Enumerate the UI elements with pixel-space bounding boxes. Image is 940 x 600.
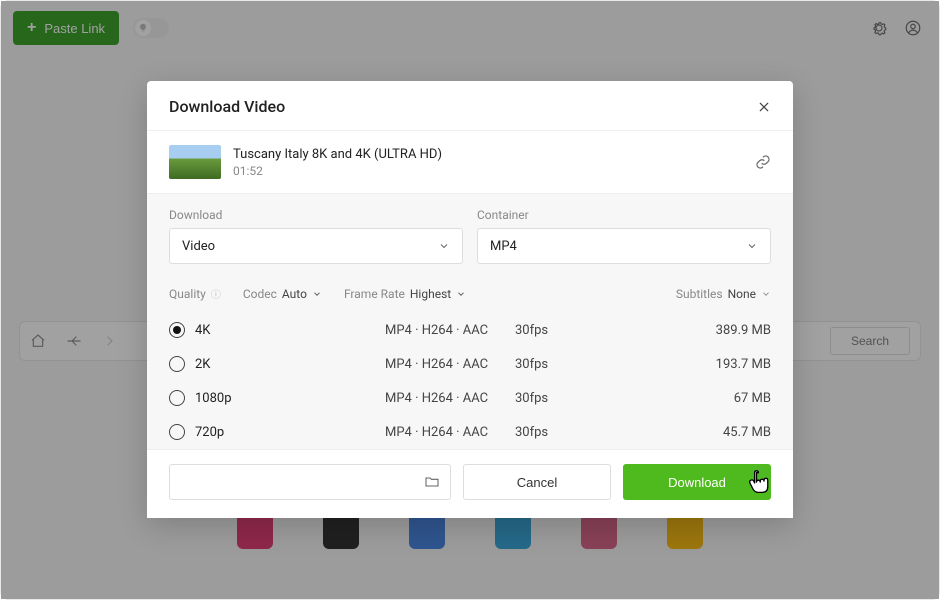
quality-name: 720p bbox=[195, 425, 385, 440]
video-meta: Tuscany Italy 8K and 4K (ULTRA HD) 01:52 bbox=[147, 131, 793, 193]
container-value: MP4 bbox=[490, 239, 517, 254]
radio-button[interactable] bbox=[169, 322, 185, 338]
download-type-label: Download bbox=[169, 208, 463, 222]
quality-row[interactable]: 1080pMP4 · H264 · AAC30fps 67 MB bbox=[147, 381, 793, 415]
quality-list: 4KMP4 · H264 · AAC30fps389.9 MB2KMP4 · H… bbox=[147, 313, 793, 449]
cancel-button[interactable]: Cancel bbox=[463, 464, 611, 500]
link-icon bbox=[755, 154, 771, 170]
download-type-select[interactable]: Video bbox=[169, 228, 463, 264]
save-path-box[interactable] bbox=[169, 464, 451, 500]
quality-format: MP4 · H264 · AAC bbox=[385, 357, 515, 372]
quality-size: 389.9 MB bbox=[716, 323, 771, 338]
radio-button[interactable] bbox=[169, 424, 185, 440]
quality-format: MP4 · H264 · AAC bbox=[385, 323, 515, 338]
quality-size: 67 MB bbox=[734, 391, 771, 406]
modal-title: Download Video bbox=[169, 97, 285, 116]
quality-name: 4K bbox=[195, 323, 385, 338]
quality-row[interactable]: 4KMP4 · H264 · AAC30fps 389.9 MB bbox=[147, 313, 793, 347]
close-button[interactable] bbox=[757, 100, 771, 114]
download-modal: Download Video Tuscany Italy 8K and 4K (… bbox=[147, 81, 793, 518]
radio-button[interactable] bbox=[169, 390, 185, 406]
quality-fps: 30fps bbox=[515, 323, 605, 338]
quality-format: MP4 · H264 · AAC bbox=[385, 425, 515, 440]
container-select[interactable]: MP4 bbox=[477, 228, 771, 264]
quality-row[interactable]: 2KMP4 · H264 · AAC30fps 193.7 MB bbox=[147, 347, 793, 381]
modal-header: Download Video bbox=[147, 81, 793, 131]
modal-footer: Cancel Download bbox=[147, 449, 793, 518]
quality-fps: 30fps bbox=[515, 357, 605, 372]
quality-name: 2K bbox=[195, 357, 385, 372]
chevron-down-icon bbox=[312, 289, 322, 299]
selects-row: Download Video Container MP4 bbox=[147, 193, 793, 282]
quality-row[interactable]: 720pMP4 · H264 · AAC30fps 45.7 MB bbox=[147, 415, 793, 449]
quality-label: Quality ⓘ bbox=[169, 286, 221, 301]
chevron-down-icon bbox=[746, 240, 758, 252]
chevron-down-icon bbox=[761, 289, 771, 299]
cursor-pointer-icon bbox=[749, 465, 779, 501]
filters-row: Quality ⓘ Codec Auto Frame Rate Highest … bbox=[147, 282, 793, 313]
quality-fps: 30fps bbox=[515, 425, 605, 440]
quality-name: 1080p bbox=[195, 391, 385, 406]
chevron-down-icon bbox=[456, 289, 466, 299]
framerate-filter[interactable]: Frame Rate Highest bbox=[344, 287, 466, 301]
info-icon[interactable]: ⓘ bbox=[211, 286, 221, 301]
chevron-down-icon bbox=[438, 240, 450, 252]
video-duration: 01:52 bbox=[233, 164, 442, 178]
video-thumbnail bbox=[169, 145, 221, 179]
quality-format: MP4 · H264 · AAC bbox=[385, 391, 515, 406]
quality-size: 193.7 MB bbox=[716, 357, 771, 372]
subtitles-filter[interactable]: Subtitles None bbox=[676, 287, 771, 301]
download-type-value: Video bbox=[182, 239, 215, 254]
quality-fps: 30fps bbox=[515, 391, 605, 406]
source-link-button[interactable] bbox=[755, 154, 771, 170]
folder-icon bbox=[424, 474, 440, 490]
radio-button[interactable] bbox=[169, 356, 185, 372]
close-icon bbox=[757, 100, 771, 114]
video-title: Tuscany Italy 8K and 4K (ULTRA HD) bbox=[233, 147, 442, 162]
quality-size: 45.7 MB bbox=[723, 425, 771, 440]
container-label: Container bbox=[477, 208, 771, 222]
codec-filter[interactable]: Codec Auto bbox=[243, 287, 322, 301]
